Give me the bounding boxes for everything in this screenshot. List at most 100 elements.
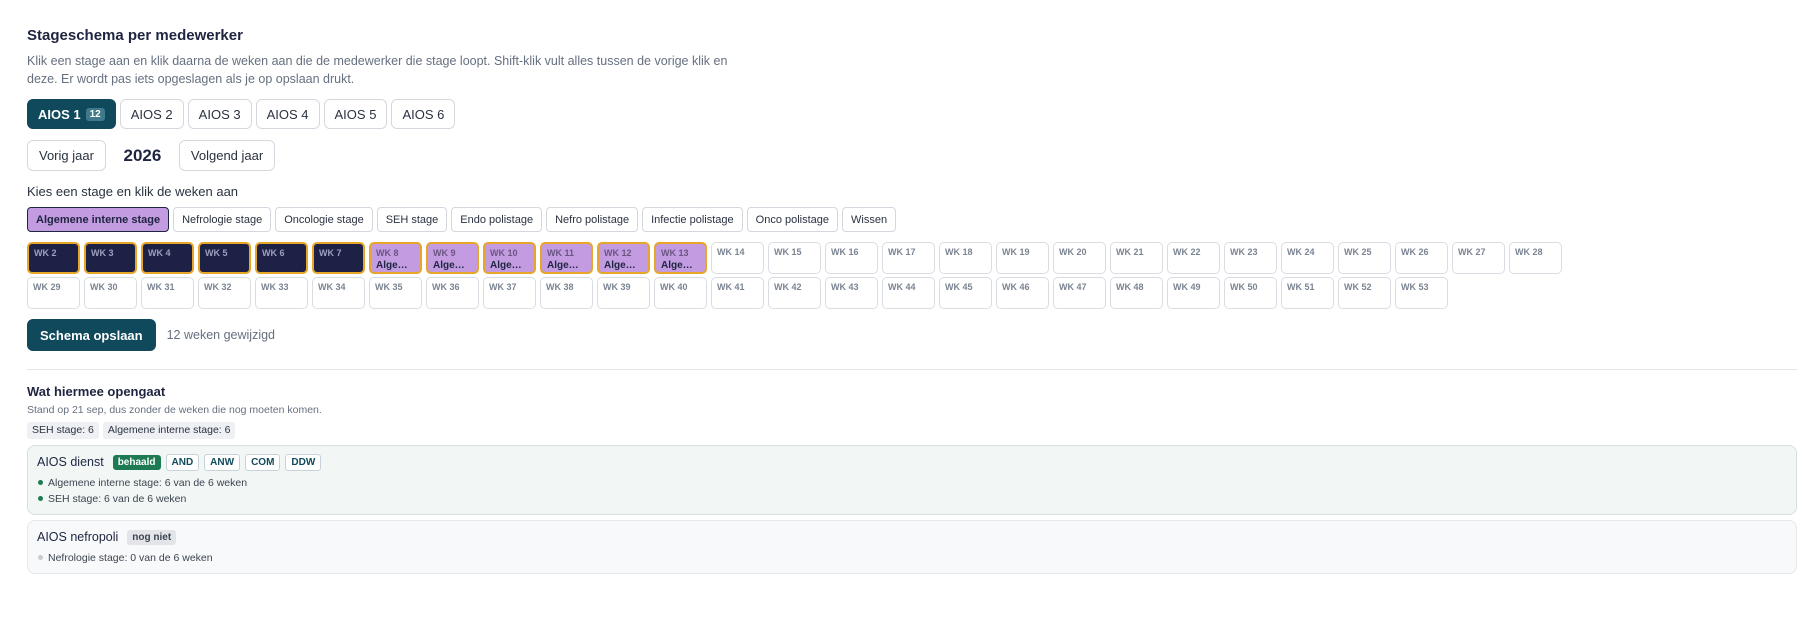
- week-cell[interactable]: WK 28: [1509, 242, 1562, 274]
- stage-option-onco-polistage[interactable]: Onco polistage: [746, 207, 839, 232]
- stage-option-seh-stage[interactable]: SEH stage: [376, 207, 448, 232]
- week-cell[interactable]: WK 30: [84, 277, 137, 309]
- week-cell[interactable]: WK 50: [1224, 277, 1277, 309]
- week-cell[interactable]: WK 33: [255, 277, 308, 309]
- week-cell[interactable]: WK 13 Algemene interne stage: [654, 242, 707, 274]
- access-card: AIOS dienst behaald AND ANW COM DDW Algemene i…: [27, 445, 1797, 515]
- year-navigation: Vorig jaar 2026 Volgend jaar: [27, 140, 1800, 171]
- week-cell[interactable]: WK 26: [1395, 242, 1448, 274]
- access-cards: AIOS dienst behaald AND ANW COM DDW Algemene i…: [27, 445, 1800, 574]
- stage-option-wissen[interactable]: Wissen: [842, 207, 897, 232]
- week-cell[interactable]: WK 24: [1281, 242, 1334, 274]
- week-cell[interactable]: WK 16: [825, 242, 878, 274]
- duty-tag: COM: [245, 453, 281, 471]
- week-cell[interactable]: WK 25: [1338, 242, 1391, 274]
- week-cell[interactable]: WK 21: [1110, 242, 1163, 274]
- week-cell[interactable]: WK 36: [426, 277, 479, 309]
- aios-tab-label: AIOS 1: [38, 106, 81, 122]
- access-card: AIOS nefropoli nog niet Nefrologie stage: …: [27, 520, 1797, 574]
- week-cell[interactable]: WK 47: [1053, 277, 1106, 309]
- week-label: WK 10: [490, 248, 518, 258]
- week-cell[interactable]: WK 34: [312, 277, 365, 309]
- next-year-button[interactable]: Volgend jaar: [178, 140, 276, 171]
- week-cell[interactable]: WK 2: [27, 242, 80, 274]
- week-label: WK 50: [1230, 282, 1258, 292]
- duty-tag: AND: [165, 453, 200, 471]
- week-cell[interactable]: WK 9 Algemene interne stage: [426, 242, 479, 274]
- week-cell[interactable]: WK 7: [312, 242, 365, 274]
- stage-option-infectie-polistage[interactable]: Infectie polistage: [642, 207, 743, 232]
- week-cell[interactable]: WK 6: [255, 242, 308, 274]
- week-cell[interactable]: WK 51: [1281, 277, 1334, 309]
- week-cell[interactable]: WK 20: [1053, 242, 1106, 274]
- aios-tab-6[interactable]: AIOS 6: [391, 99, 456, 129]
- previous-year-button[interactable]: Vorig jaar: [27, 140, 106, 171]
- week-label: WK 2: [34, 248, 57, 258]
- week-label: WK 18: [945, 247, 973, 257]
- save-schema-button[interactable]: Schema opslaan: [27, 319, 156, 351]
- week-cell[interactable]: WK 4: [141, 242, 194, 274]
- week-cell[interactable]: WK 40: [654, 277, 707, 309]
- aios-tab-3[interactable]: AIOS 3: [187, 99, 252, 129]
- week-cell[interactable]: WK 49: [1167, 277, 1220, 309]
- week-cell[interactable]: WK 27: [1452, 242, 1505, 274]
- week-cell[interactable]: WK 42: [768, 277, 821, 309]
- access-card-header: AIOS dienst behaald AND ANW COM DDW: [37, 452, 1787, 472]
- week-cell[interactable]: WK 14: [711, 242, 764, 274]
- status-badge: nog niet: [127, 529, 177, 545]
- stage-option-algemene-interne-stage[interactable]: Algemene interne stage: [27, 207, 170, 232]
- stage-total-chip: SEH stage: 6: [27, 422, 99, 439]
- week-cell[interactable]: WK 32: [198, 277, 251, 309]
- week-cell[interactable]: WK 23: [1224, 242, 1277, 274]
- week-cell[interactable]: WK 19: [996, 242, 1049, 274]
- week-cell[interactable]: WK 45: [939, 277, 992, 309]
- week-cell[interactable]: WK 46: [996, 277, 1049, 309]
- week-label: WK 31: [147, 282, 175, 292]
- week-label: WK 15: [774, 247, 802, 257]
- stage-option-nefro-polistage[interactable]: Nefro polistage: [546, 207, 639, 232]
- stage-option-endo-polistage[interactable]: Endo polistage: [451, 207, 543, 232]
- aios-tab-5[interactable]: AIOS 5: [323, 99, 388, 129]
- week-cell[interactable]: WK 3: [84, 242, 137, 274]
- week-cell[interactable]: WK 22: [1167, 242, 1220, 274]
- week-cell[interactable]: WK 15: [768, 242, 821, 274]
- aios-tab-2[interactable]: AIOS 2: [119, 99, 184, 129]
- week-cell[interactable]: WK 5: [198, 242, 251, 274]
- requirement-text: SEH stage: 6 van de 6 weken: [48, 492, 187, 505]
- duty-tag: ANW: [204, 453, 241, 471]
- week-cell[interactable]: WK 52: [1338, 277, 1391, 309]
- week-label: WK 38: [546, 282, 574, 292]
- week-cell[interactable]: WK 48: [1110, 277, 1163, 309]
- week-cell[interactable]: WK 39: [597, 277, 650, 309]
- week-cell[interactable]: WK 31: [141, 277, 194, 309]
- week-cell[interactable]: WK 53: [1395, 277, 1448, 309]
- aios-tab-4[interactable]: AIOS 4: [255, 99, 320, 129]
- stage-option-nefrologie-stage[interactable]: Nefrologie stage: [173, 207, 272, 232]
- week-label: WK 39: [603, 282, 631, 292]
- week-cell[interactable]: WK 29: [27, 277, 80, 309]
- aios-tab-1[interactable]: AIOS 1 12: [27, 99, 116, 129]
- week-cell[interactable]: WK 11 Algemene interne stage: [540, 242, 593, 274]
- week-cell[interactable]: WK 12 Algemene interne stage: [597, 242, 650, 274]
- week-cell[interactable]: WK 35: [369, 277, 422, 309]
- week-cell[interactable]: WK 37: [483, 277, 536, 309]
- stage-option-oncologie-stage[interactable]: Oncologie stage: [275, 207, 373, 232]
- week-cell[interactable]: WK 41: [711, 277, 764, 309]
- week-label: WK 34: [318, 282, 346, 292]
- week-label: WK 21: [1116, 247, 1144, 257]
- week-cell[interactable]: WK 43: [825, 277, 878, 309]
- week-cell[interactable]: WK 38: [540, 277, 593, 309]
- stage-picker-label: Kies een stage en klik de weken aan: [27, 184, 239, 199]
- week-cell[interactable]: WK 18: [939, 242, 992, 274]
- week-label: WK 53: [1401, 282, 1429, 292]
- week-label: WK 9: [433, 248, 456, 258]
- week-cell[interactable]: WK 44: [882, 277, 935, 309]
- week-cell[interactable]: WK 8 Algemene interne stage: [369, 242, 422, 274]
- week-label: WK 49: [1173, 282, 1201, 292]
- week-cell[interactable]: WK 10 Algemene interne stage: [483, 242, 536, 274]
- week-label: WK 46: [1002, 282, 1030, 292]
- requirement-item: Nefrologie stage: 0 van de 6 weken: [37, 550, 1787, 565]
- week-label: WK 26: [1401, 247, 1429, 257]
- week-cell[interactable]: WK 17: [882, 242, 935, 274]
- week-label: WK 6: [262, 248, 285, 258]
